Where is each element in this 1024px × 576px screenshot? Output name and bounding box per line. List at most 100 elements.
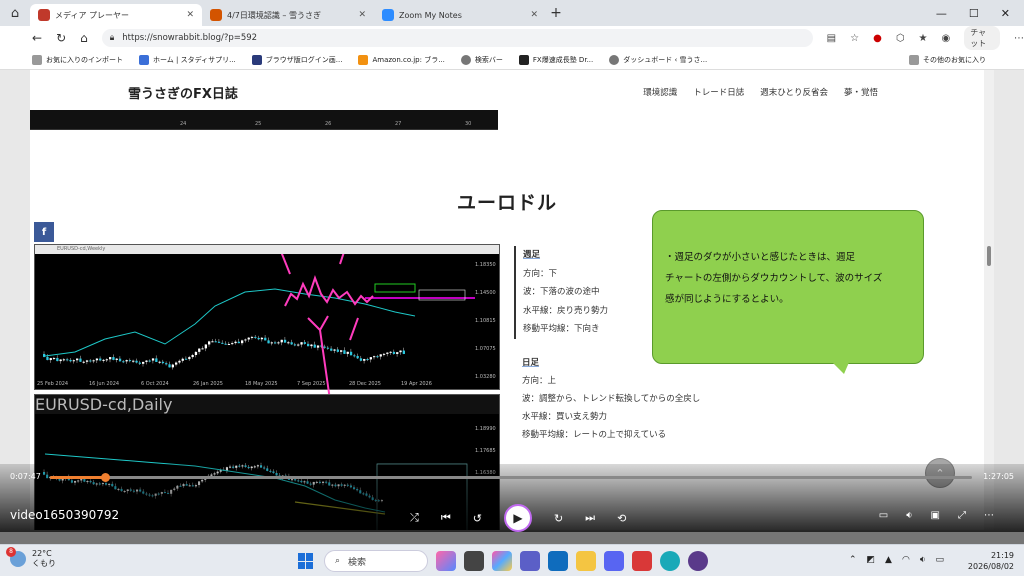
candle-body xyxy=(214,341,217,343)
tab-zoom-notes[interactable]: Zoom My Notes ✕ xyxy=(374,4,546,26)
clock[interactable]: 21:19 2026/08/02 xyxy=(968,550,1014,572)
refresh-icon[interactable]: ↻ xyxy=(56,31,66,45)
chat-button[interactable]: チャット xyxy=(964,26,1000,50)
new-tab-button[interactable]: + xyxy=(546,5,566,21)
copilot-icon[interactable] xyxy=(492,551,512,571)
rewind-10-icon[interactable]: ↺ xyxy=(473,512,482,525)
speech-bubble-tail xyxy=(830,360,850,374)
widgets-app-icon[interactable] xyxy=(436,551,456,571)
page-scrollbar[interactable] xyxy=(984,70,994,530)
edge-icon[interactable] xyxy=(660,551,680,571)
play-button[interactable]: ▶ xyxy=(503,504,532,532)
nav-item[interactable]: 環境認識 xyxy=(643,86,677,98)
bookmark-1[interactable]: ホーム | スタディサプリ... xyxy=(139,54,236,65)
address-bar[interactable]: 🔒︎ https://snowrabbit.blog/?p=592 xyxy=(101,29,813,47)
seek-bar[interactable] xyxy=(50,473,972,482)
next-icon[interactable]: ⏭ xyxy=(585,511,595,525)
bookmark-3[interactable]: Amazon.co.jp: ブラ... xyxy=(358,54,445,65)
nav-item[interactable]: トレード日誌 xyxy=(693,86,744,98)
weather-widget[interactable]: 8 22°C くもり xyxy=(6,547,56,569)
bookmark-4[interactable]: 検索バー xyxy=(460,54,503,65)
fullscreen-icon[interactable]: ⤢ xyxy=(958,510,966,521)
chart1-x-labels: 25 Feb 2024 16 Jun 2024 6 Oct 2024 26 Jan 2… xyxy=(37,381,432,387)
candle-body xyxy=(161,361,165,364)
candle-body xyxy=(109,357,112,360)
volume-icon[interactable]: 🔉︎ xyxy=(906,510,912,521)
volume-icon[interactable]: 🔉︎ xyxy=(920,555,926,565)
site-title[interactable]: 雪うさぎのFX日誌 xyxy=(128,83,238,102)
minimize-button[interactable]: — xyxy=(936,7,947,20)
bookmark-2[interactable]: ブラウザ版ログイン画... xyxy=(251,54,342,65)
nav-item[interactable]: 夢・覚悟 xyxy=(844,86,878,98)
favorites-icon[interactable]: ★ xyxy=(919,33,928,44)
candle-body xyxy=(76,358,79,361)
tray-app-icon[interactable]: ▲ xyxy=(885,555,892,565)
close-icon[interactable]: ✕ xyxy=(186,10,194,20)
bookmark-other[interactable]: その他のお気に入り xyxy=(909,54,1024,65)
profile-icon[interactable]: ◉ xyxy=(942,33,951,44)
candle-body xyxy=(376,356,379,358)
subtitles-icon[interactable]: ▭ xyxy=(879,510,888,521)
taskbar-search[interactable]: ⌕ 検索 xyxy=(324,550,428,572)
candle-body xyxy=(382,353,386,355)
bookmark-5[interactable]: FX爆速成長塾 Dr... xyxy=(518,54,593,65)
candle-body xyxy=(49,358,52,361)
candle-body xyxy=(128,360,132,362)
forward-30-icon[interactable]: ↻ xyxy=(554,512,563,525)
seek-knob[interactable] xyxy=(100,473,110,482)
more-options-icon[interactable]: ⋯ xyxy=(984,510,994,521)
candle-body xyxy=(211,341,214,343)
tray-app-icon[interactable]: ◩ xyxy=(867,555,876,565)
file-explorer-icon[interactable] xyxy=(464,551,484,571)
candle-body xyxy=(224,343,227,345)
candle-body xyxy=(389,351,392,353)
cast-icon[interactable]: ▣ xyxy=(931,510,940,521)
nav-item[interactable]: 週末ひとり反省会 xyxy=(760,86,828,98)
window-close-button[interactable]: ✕ xyxy=(1001,7,1010,20)
daily-line: 水平線：買い支え勢力 xyxy=(522,412,608,422)
start-icon[interactable] xyxy=(298,553,314,569)
maximize-button[interactable]: ☐ xyxy=(969,7,979,20)
media-player-app-icon[interactable] xyxy=(688,551,708,571)
shuffle-icon[interactable]: ⤮ xyxy=(410,511,419,525)
outlook-icon[interactable] xyxy=(548,551,568,571)
candle-body xyxy=(402,350,405,354)
tab-media-player[interactable]: メディア プレーヤー ✕ xyxy=(30,4,202,26)
bookmark-6[interactable]: ダッシュボード ‹ 雪うさ... xyxy=(609,54,707,65)
extensions-icon[interactable]: ⬡ xyxy=(896,33,905,44)
reader-icon[interactable]: ▤ xyxy=(827,33,836,44)
home-icon[interactable]: ⌂ xyxy=(80,31,88,45)
scrollbar-thumb[interactable] xyxy=(987,246,991,266)
weekly-line: 移動平均線：下向き xyxy=(523,324,600,334)
x-axis-label: 18 May 2025 xyxy=(245,381,278,387)
strip-label: 25 xyxy=(255,121,262,127)
candle-body xyxy=(168,364,171,368)
repeat-icon[interactable]: ⟲ xyxy=(617,512,626,525)
facebook-share-icon[interactable]: f xyxy=(34,222,54,242)
bookmark-0[interactable]: お気に入りのインポート xyxy=(32,54,123,65)
close-icon[interactable]: ✕ xyxy=(530,10,538,20)
wifi-icon[interactable]: ◠ xyxy=(902,555,910,565)
x-axis-label: 26 Jan 2025 xyxy=(193,381,223,387)
y-axis-label: 1.14500 xyxy=(475,290,496,296)
teams-icon[interactable] xyxy=(520,551,540,571)
y-axis-label: 1.10815 xyxy=(475,318,496,324)
chevron-up-icon[interactable]: ⌃ xyxy=(849,555,857,565)
back-icon[interactable]: ← xyxy=(32,31,42,45)
tab-blog[interactable]: 4/7日環境認識 – 雪うさぎ ✕ xyxy=(202,4,374,26)
video-name: video1650390792 xyxy=(10,508,120,522)
previous-icon[interactable]: ⏮ xyxy=(441,511,451,525)
pdf-app-icon[interactable] xyxy=(632,551,652,571)
more-icon[interactable]: ⋯ xyxy=(1014,33,1024,44)
battery-icon[interactable]: ▭ xyxy=(935,555,944,565)
candle-body xyxy=(105,359,108,361)
favorite-star-icon[interactable]: ☆ xyxy=(850,33,859,44)
candle-body xyxy=(122,361,125,363)
clock-date: 2026/08/02 xyxy=(967,562,1014,571)
discord-icon[interactable] xyxy=(604,551,624,571)
site-nav: 環境認識 トレード日誌 週末ひとり反省会 夢・覚悟 xyxy=(643,86,878,98)
folder-app-icon[interactable] xyxy=(576,551,596,571)
extension-icon[interactable]: ● xyxy=(873,33,882,44)
close-icon[interactable]: ✕ xyxy=(358,10,366,20)
workspaces-icon[interactable]: ⌂ xyxy=(0,6,30,21)
